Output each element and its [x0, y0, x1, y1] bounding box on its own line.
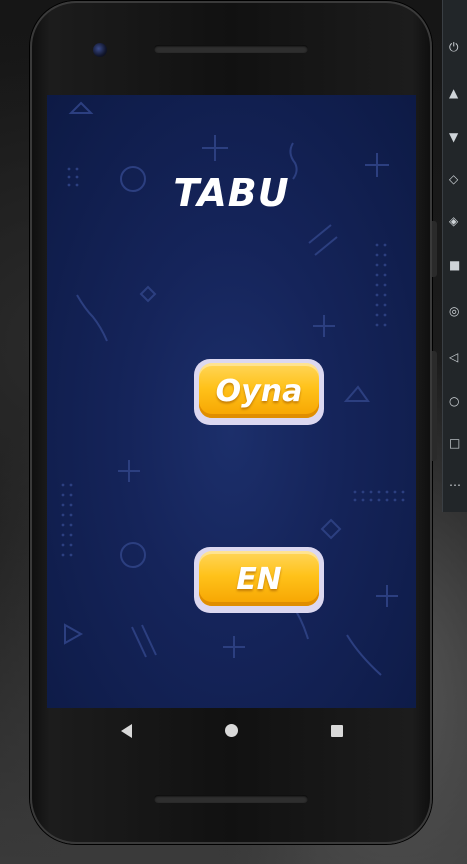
volume-down-icon[interactable]: ▼: [449, 130, 463, 144]
app-screen: TABU Oyna EN: [47, 95, 416, 708]
power-icon[interactable]: ⏻: [449, 40, 463, 54]
overview-icon[interactable]: □: [449, 436, 463, 450]
power-side-button[interactable]: [432, 221, 437, 277]
language-button[interactable]: EN: [194, 547, 324, 613]
language-button-label: EN: [236, 561, 282, 597]
home-icon[interactable]: ○: [449, 394, 463, 408]
top-speaker: [154, 45, 308, 53]
volume-side-button[interactable]: [432, 351, 437, 461]
rotate-right-icon[interactable]: ◈: [449, 214, 463, 228]
emulator-side-toolbar: ⏻ ▲ ▼ ◇ ◈ ■ ◎ ◁ ○ □ ⋯: [442, 0, 467, 512]
rotate-left-icon[interactable]: ◇: [449, 172, 463, 186]
system-navigation-bar: [47, 708, 416, 754]
front-camera: [93, 43, 107, 57]
home-circle-icon[interactable]: [225, 724, 238, 737]
volume-up-icon[interactable]: ▲: [449, 86, 463, 100]
play-button[interactable]: Oyna: [194, 359, 324, 425]
zoom-icon[interactable]: ◎: [449, 304, 463, 318]
back-icon[interactable]: ◁: [449, 350, 463, 364]
bottom-speaker: [154, 795, 308, 803]
recents-square-icon[interactable]: [331, 725, 343, 737]
app-title: TABU: [173, 171, 290, 215]
play-button-label: Oyna: [215, 373, 303, 409]
camera-icon[interactable]: ■: [449, 258, 463, 272]
phone-frame: TABU Oyna EN: [30, 1, 437, 844]
more-icon[interactable]: ⋯: [449, 478, 463, 492]
back-triangle-icon[interactable]: [121, 724, 132, 738]
